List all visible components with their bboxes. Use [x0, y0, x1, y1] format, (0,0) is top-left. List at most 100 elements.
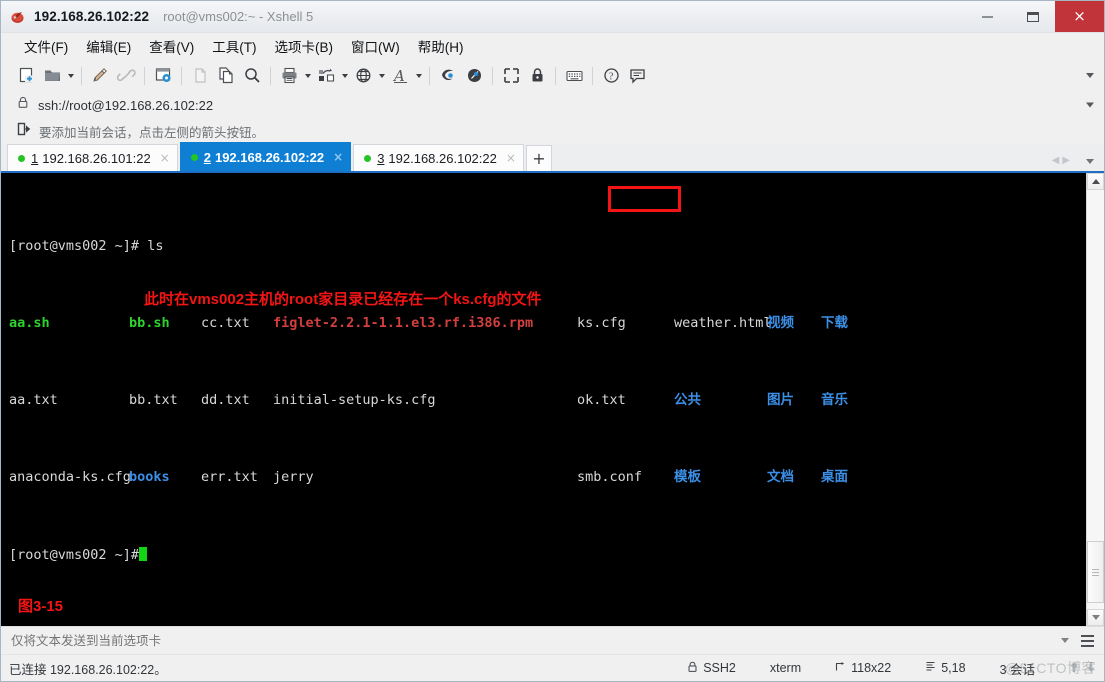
new-tab-button[interactable]: + [525, 145, 552, 171]
font-icon[interactable]: A [387, 63, 413, 89]
highlight-box-ks-cfg [608, 186, 681, 212]
status-cursor-group: 5,18 [925, 661, 966, 675]
scrollbar-thumb[interactable] [1087, 541, 1104, 603]
new-session-icon[interactable] [13, 63, 39, 89]
dir-entry: 图片 [767, 392, 794, 409]
scroll-up-button[interactable] [1087, 173, 1104, 190]
dir-entry: 视频 [767, 315, 794, 332]
status-terminal-type: xterm [769, 661, 802, 675]
xshell-logo-icon [10, 9, 26, 25]
dir-entry: books [129, 469, 170, 486]
send-text-input[interactable] [11, 633, 1061, 648]
paste-blank-icon [187, 63, 213, 89]
file-entry: dd.txt [201, 392, 250, 409]
keyboard-icon[interactable] [561, 63, 587, 89]
terminal-line-1: aa.sh bb.sh cc.txt figlet-2.2.1-1.1.el3.rf.… [9, 314, 1086, 333]
status-protocol: SSH2 [703, 661, 736, 675]
font-dropdown-caret[interactable] [413, 63, 424, 89]
toolbar-separator [144, 66, 145, 85]
tab-close-icon[interactable]: × [333, 151, 343, 163]
title-bar: 192.168.26.102:22 root@vms002:~ - Xshell… [1, 1, 1104, 33]
transfer-file-icon[interactable] [313, 63, 339, 89]
file-entry: aa.sh [9, 315, 50, 332]
tab-next-icon[interactable]: ▶ [1062, 155, 1070, 166]
scrollbar-track[interactable] [1087, 190, 1104, 609]
ssh-tunnel-icon[interactable] [435, 63, 461, 89]
tab-label: 192.168.26.102:22 [388, 150, 497, 166]
close-button[interactable]: × [1055, 1, 1104, 32]
terminal-line-prompt-command: [root@vms002 ~]# ls [9, 237, 1086, 256]
minimize-button[interactable] [965, 1, 1010, 32]
tab-session-2[interactable]: 2 192.168.26.102:22 × [179, 142, 352, 171]
hint-bar: 要添加当前会话，点击左侧的箭头按钮。 [1, 118, 1104, 144]
tab-number: 1 [31, 150, 39, 166]
tab-list-dropdown-caret[interactable] [1086, 159, 1094, 164]
status-size: 118x22 [851, 661, 892, 675]
window-subtitle: root@vms002:~ - Xshell 5 [163, 9, 314, 24]
maximize-button[interactable] [1010, 1, 1055, 32]
help-icon[interactable]: ? [598, 63, 624, 89]
tab-close-icon[interactable]: × [160, 152, 170, 164]
globe-dropdown-caret[interactable] [376, 63, 387, 89]
shell-prompt: [root@vms002 ~]# [9, 237, 140, 254]
address-bar[interactable]: ssh://root@192.168.26.102:22 [1, 92, 1104, 118]
print-icon[interactable] [276, 63, 302, 89]
file-entry: jerry [273, 469, 314, 486]
toolbar: A ? [1, 59, 1104, 92]
menu-help[interactable]: 帮助(H) [409, 34, 473, 58]
terminal-screen[interactable]: [root@vms002 ~]# ls aa.sh bb.sh cc.txt figl… [1, 173, 1086, 626]
dir-entry: 模板 [674, 469, 701, 486]
scroll-down-button[interactable] [1087, 609, 1104, 626]
file-entry: cc.txt [201, 315, 250, 332]
terminal-scrollbar[interactable] [1086, 173, 1104, 626]
menu-file[interactable]: 文件(F) [15, 34, 77, 58]
chat-icon[interactable] [624, 63, 650, 89]
toolbar-separator [555, 66, 556, 85]
open-folder-icon[interactable] [39, 63, 65, 89]
copy-icon[interactable] [213, 63, 239, 89]
edit-pencil-icon[interactable] [87, 63, 113, 89]
send-dropdown-caret[interactable] [1061, 638, 1069, 643]
toolbar-overflow-caret[interactable] [1084, 70, 1096, 82]
terminal-area: [root@vms002 ~]# ls aa.sh bb.sh cc.txt figl… [1, 173, 1104, 626]
dir-entry: 音乐 [821, 392, 848, 409]
session-properties-icon[interactable] [150, 63, 176, 89]
transfer-dropdown-caret[interactable] [339, 63, 350, 89]
window-controls: × [965, 1, 1104, 32]
file-entry: anaconda-ks.cfg [9, 469, 131, 486]
globe-icon[interactable] [350, 63, 376, 89]
folder-dropdown-caret[interactable] [65, 63, 76, 89]
status-connection: 已连接 192.168.26.102:22。 [9, 662, 167, 677]
lock-icon [17, 96, 29, 114]
menu-window[interactable]: 窗口(W) [342, 34, 409, 58]
cursor-position-icon [925, 661, 936, 675]
lock-icon [687, 661, 698, 676]
address-dropdown-caret[interactable] [1086, 102, 1094, 108]
menu-view[interactable]: 查看(V) [140, 34, 203, 58]
file-entry: smb.conf [577, 469, 643, 486]
annotation-text: 此时在vms002主机的root家目录已经存在一个ks.cfg的文件 [144, 291, 542, 308]
menu-tabs[interactable]: 选项卡(B) [266, 34, 343, 58]
tab-prev-icon[interactable]: ◀ [1052, 155, 1060, 166]
tab-status-dot-icon [190, 153, 198, 161]
tab-close-icon[interactable]: × [506, 152, 516, 164]
tab-session-1[interactable]: 1 192.168.26.101:22 × [7, 144, 178, 171]
find-icon[interactable] [239, 63, 265, 89]
fullscreen-icon[interactable] [498, 63, 524, 89]
add-session-icon[interactable] [17, 122, 31, 141]
print-dropdown-caret[interactable] [302, 63, 313, 89]
sftp-icon[interactable] [461, 63, 487, 89]
link-chain-icon [113, 63, 139, 89]
menu-edit[interactable]: 编辑(E) [77, 34, 140, 58]
tab-status-dot-icon [18, 154, 25, 162]
maximize-icon [1026, 11, 1039, 22]
hamburger-menu-icon[interactable] [1081, 634, 1094, 647]
toolbar-separator [270, 66, 271, 85]
file-entry-ks-cfg: ks.cfg [577, 315, 626, 332]
menu-tools[interactable]: 工具(T) [203, 34, 265, 58]
figure-label: 图3-15 [18, 597, 64, 615]
tab-label: 192.168.26.101:22 [42, 150, 151, 166]
tab-session-3[interactable]: 3 192.168.26.102:22 × [353, 144, 524, 171]
dir-entry: 下载 [821, 315, 848, 332]
lock-icon[interactable] [524, 63, 550, 89]
